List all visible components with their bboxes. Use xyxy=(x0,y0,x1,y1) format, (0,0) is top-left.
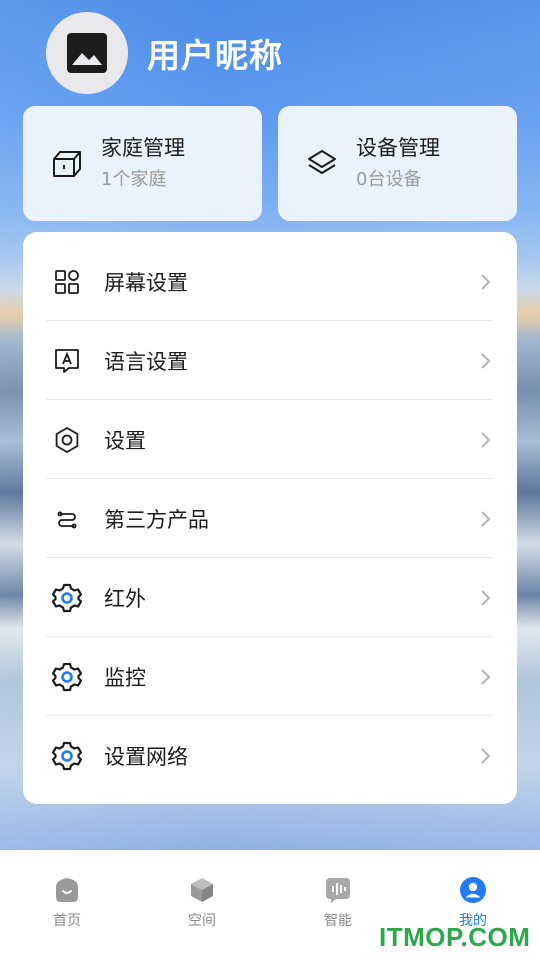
tab-space[interactable]: 空间 xyxy=(162,876,242,930)
menu-item-label: 设置 xyxy=(104,428,146,453)
profile-header: 用户昵称 xyxy=(46,12,283,94)
menu-item-label: 设置网络 xyxy=(104,744,188,769)
menu-item-label: 红外 xyxy=(104,586,146,611)
chevron-right-icon xyxy=(481,589,491,606)
menu-item-monitoring[interactable]: 监控 xyxy=(46,637,493,716)
family-management-card[interactable]: 家庭管理 1个家庭 xyxy=(23,106,262,221)
menu-item-network-settings[interactable]: 设置网络 xyxy=(46,716,493,795)
link-icon xyxy=(52,504,82,534)
cube-icon xyxy=(191,878,213,902)
gear-icon xyxy=(52,425,82,455)
menu-item-settings[interactable]: 设置 xyxy=(46,400,493,479)
grid-icon xyxy=(52,267,82,297)
blue-gear-icon xyxy=(52,583,82,613)
chevron-right-icon xyxy=(481,510,491,527)
card-title: 设备管理 xyxy=(356,135,440,160)
chevron-right-icon xyxy=(481,273,491,290)
settings-menu: 屏幕设置 语言设置 设置 第三方产品 红外 监控 设置网络 xyxy=(23,232,517,804)
image-placeholder-icon xyxy=(67,33,107,73)
home-box-icon xyxy=(53,150,81,177)
watermark: ITMOP.COM xyxy=(379,922,531,952)
chevron-right-icon xyxy=(481,668,491,685)
menu-item-label: 监控 xyxy=(104,665,146,690)
nickname[interactable]: 用户昵称 xyxy=(147,29,283,77)
card-subtitle: 0台设备 xyxy=(356,168,422,190)
tab-label: 空间 xyxy=(188,913,216,929)
chevron-right-icon xyxy=(481,747,491,764)
chevron-right-icon xyxy=(481,352,491,369)
layers-icon xyxy=(308,149,336,174)
card-title: 家庭管理 xyxy=(101,135,185,160)
menu-item-third-party-products[interactable]: 第三方产品 xyxy=(46,479,493,558)
tab-label: 首页 xyxy=(53,913,81,929)
tab-smart[interactable]: 智能 xyxy=(298,876,378,930)
language-icon xyxy=(52,346,82,376)
tab-home[interactable]: 首页 xyxy=(27,876,107,930)
menu-item-label: 语言设置 xyxy=(104,349,188,374)
device-management-card[interactable]: 设备管理 0台设备 xyxy=(278,106,517,221)
avatar[interactable] xyxy=(46,12,128,94)
menu-item-screen-settings[interactable]: 屏幕设置 xyxy=(46,242,493,321)
menu-item-infrared[interactable]: 红外 xyxy=(46,558,493,637)
voice-icon xyxy=(326,878,350,903)
menu-item-label: 屏幕设置 xyxy=(104,270,188,295)
menu-item-label: 第三方产品 xyxy=(104,507,209,532)
chevron-right-icon xyxy=(481,431,491,448)
tab-label: 智能 xyxy=(324,913,352,929)
card-subtitle: 1个家庭 xyxy=(101,168,167,190)
profile-icon xyxy=(460,877,486,903)
menu-item-language-settings[interactable]: 语言设置 xyxy=(46,321,493,400)
blue-gear-icon xyxy=(52,662,82,692)
blue-gear-icon xyxy=(52,741,82,771)
home-icon xyxy=(56,878,78,902)
